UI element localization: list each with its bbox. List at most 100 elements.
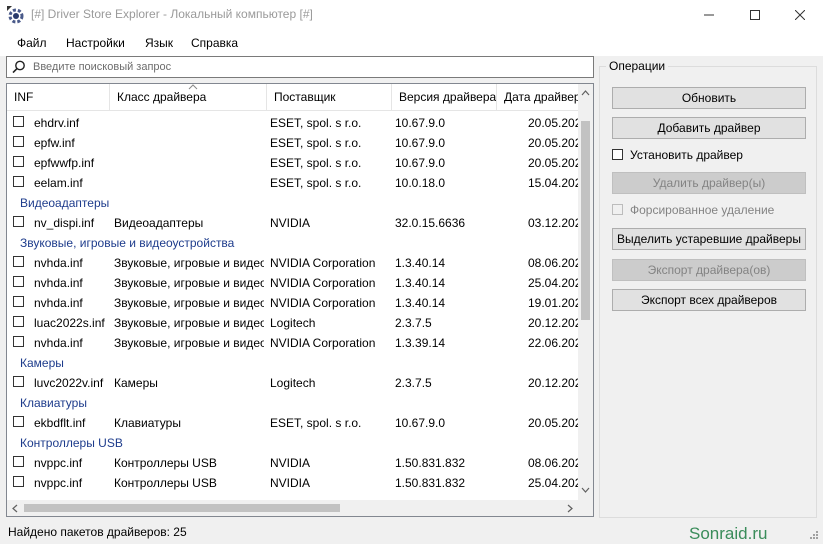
minimize-button[interactable] — [686, 0, 732, 30]
menu-help[interactable]: Справка — [191, 36, 238, 50]
group-header[interactable]: Клавиатуры — [7, 393, 578, 413]
cell-inf: nvppc.inf — [34, 456, 83, 470]
horizontal-scrollbar[interactable] — [7, 500, 578, 516]
table-row[interactable]: eelam.inf ESET, spol. s r.o. 10.0.18.0 15.0… — [7, 173, 578, 193]
group-header[interactable]: Камеры — [7, 353, 578, 373]
vertical-scroll-thumb[interactable] — [581, 121, 590, 320]
cell-version: 1.50.831.832 — [395, 456, 466, 470]
column-version[interactable]: Версия драйвера — [392, 84, 497, 110]
cell-date: 08.06.2024 — [528, 456, 578, 470]
refresh-button[interactable]: Обновить — [612, 87, 806, 109]
table-row[interactable]: ehdrv.inf ESET, spol. s r.o. 10.67.9.0 20.0… — [7, 113, 578, 133]
list-header: INF Класс драйвера Поставщик Версия драй… — [7, 84, 578, 111]
resize-grip-icon[interactable] — [809, 530, 819, 540]
close-button[interactable] — [777, 0, 823, 30]
row-checkbox[interactable] — [13, 256, 24, 267]
group-label: Камеры — [20, 356, 64, 370]
cell-inf: nvhda.inf — [34, 276, 83, 290]
table-row[interactable]: nvhda.inf Звуковые, игровые и видеоустрой… — [7, 293, 578, 313]
menu-settings[interactable]: Настройки — [66, 36, 125, 50]
cell-date: 20.12.2022 — [528, 376, 578, 390]
scroll-down-icon[interactable] — [581, 487, 590, 493]
sort-ascending-icon — [188, 84, 198, 90]
maximize-button[interactable] — [732, 0, 778, 30]
menu-language[interactable]: Язык — [145, 36, 173, 50]
scroll-left-icon[interactable] — [12, 504, 18, 513]
cell-inf: epfwwfp.inf — [34, 156, 95, 170]
group-header[interactable]: Звуковые, игровые и видеоустройства — [7, 233, 578, 253]
column-vendor[interactable]: Поставщик — [267, 84, 392, 110]
row-checkbox[interactable] — [13, 376, 24, 387]
row-checkbox[interactable] — [13, 316, 24, 327]
window-title: [#] Driver Store Explorer - Локальный ко… — [31, 7, 313, 21]
cell-inf: eelam.inf — [34, 176, 83, 190]
cell-version: 10.67.9.0 — [395, 416, 446, 430]
cell-vendor: NVIDIA Corporation — [270, 256, 376, 270]
cell-vendor: Logitech — [270, 316, 316, 330]
menu-file[interactable]: Файл — [17, 36, 47, 50]
table-row[interactable]: nvhda.inf Звуковые, игровые и видеоустрой… — [7, 273, 578, 293]
row-checkbox[interactable] — [13, 416, 24, 427]
search-input[interactable] — [33, 58, 588, 75]
cell-version: 32.0.15.6636 — [395, 216, 466, 230]
gear-app-icon — [7, 6, 24, 24]
scroll-up-icon[interactable] — [581, 90, 590, 96]
cell-vendor: NVIDIA — [270, 456, 311, 470]
cell-class: Клавиатуры — [114, 416, 181, 430]
row-checkbox[interactable] — [13, 116, 24, 127]
row-checkbox[interactable] — [13, 176, 24, 187]
cell-version: 10.67.9.0 — [395, 136, 446, 150]
group-header[interactable]: Контроллеры USB — [7, 433, 578, 453]
row-checkbox[interactable] — [13, 216, 24, 227]
select-old-drivers-button[interactable]: Выделить устаревшие драйверы — [612, 228, 806, 250]
table-row[interactable]: nvppc.inf Контроллеры USB NVIDIA 1.50.831.8… — [7, 453, 578, 473]
export-all-drivers-button[interactable]: Экспорт всех драйверов — [612, 289, 806, 311]
group-label: Звуковые, игровые и видеоустройства — [20, 236, 235, 250]
install-driver-checkbox[interactable] — [612, 149, 623, 160]
search-icon — [12, 60, 25, 74]
row-checkbox[interactable] — [13, 336, 24, 347]
table-row[interactable]: nv_dispi.inf Видеоадаптеры NVIDIA 32.0.15.6… — [7, 213, 578, 233]
vertical-scrollbar[interactable] — [578, 84, 593, 500]
column-inf[interactable]: INF — [7, 84, 110, 110]
row-checkbox[interactable] — [13, 456, 24, 467]
table-row[interactable]: nvppc.inf Контроллеры USB NVIDIA 1.50.831.8… — [7, 473, 578, 493]
cell-class: Видеоадаптеры — [114, 216, 204, 230]
cell-date: 20.05.2023 — [528, 156, 578, 170]
cell-date: 25.04.2024 — [528, 276, 578, 290]
table-row[interactable]: epfw.inf ESET, spol. s r.o. 10.67.9.0 20.05… — [7, 133, 578, 153]
scroll-corner — [578, 500, 593, 516]
table-row[interactable]: luac2022s.inf Звуковые, игровые и видеоус… — [7, 313, 578, 333]
cell-inf: nvhda.inf — [34, 336, 83, 350]
horizontal-scroll-thumb[interactable] — [24, 504, 340, 512]
table-row[interactable]: ekbdflt.inf Клавиатуры ESET, spol. s r.o. 1… — [7, 413, 578, 433]
cell-version: 1.3.39.14 — [395, 336, 446, 350]
row-checkbox[interactable] — [13, 476, 24, 487]
table-row[interactable]: nvhda.inf Звуковые, игровые и видеоустрой… — [7, 333, 578, 353]
cell-version: 1.50.831.832 — [395, 476, 466, 490]
force-delete-checkbox[interactable] — [612, 204, 623, 215]
row-checkbox[interactable] — [13, 136, 24, 147]
group-header[interactable]: Видеоадаптеры — [7, 193, 578, 213]
cell-inf: nvhda.inf — [34, 256, 83, 270]
export-drivers-button[interactable]: Экспорт драйвера(ов) — [612, 259, 806, 281]
maximize-icon — [750, 10, 760, 20]
group-label: Видеоадаптеры — [20, 196, 110, 210]
add-driver-button[interactable]: Добавить драйвер — [612, 117, 806, 139]
table-row[interactable]: nvhda.inf Звуковые, игровые и видеоустрой… — [7, 253, 578, 273]
row-checkbox[interactable] — [13, 296, 24, 307]
scroll-right-icon[interactable] — [567, 504, 573, 513]
list-rows: ehdrv.inf ESET, spol. s r.o. 10.67.9.0 20.0… — [7, 111, 578, 500]
column-date[interactable]: Дата драйвера — [497, 84, 578, 110]
table-row[interactable]: epfwwfp.inf ESET, spol. s r.o. 10.67.9.0 20… — [7, 153, 578, 173]
row-checkbox[interactable] — [13, 276, 24, 287]
cell-class: Звуковые, игровые и видеоустройства — [114, 316, 264, 330]
cell-inf: nvppc.inf — [34, 476, 83, 490]
cell-date: 20.05.2023 — [528, 116, 578, 130]
cell-version: 2.3.7.5 — [395, 316, 432, 330]
row-checkbox[interactable] — [13, 156, 24, 167]
cell-vendor: Logitech — [270, 376, 316, 390]
group-label: Контроллеры USB — [20, 436, 123, 450]
table-row[interactable]: luvc2022v.inf Камеры Logitech 2.3.7.5 20.12.… — [7, 373, 578, 393]
delete-driver-button[interactable]: Удалить драйвер(ы) — [612, 172, 806, 194]
